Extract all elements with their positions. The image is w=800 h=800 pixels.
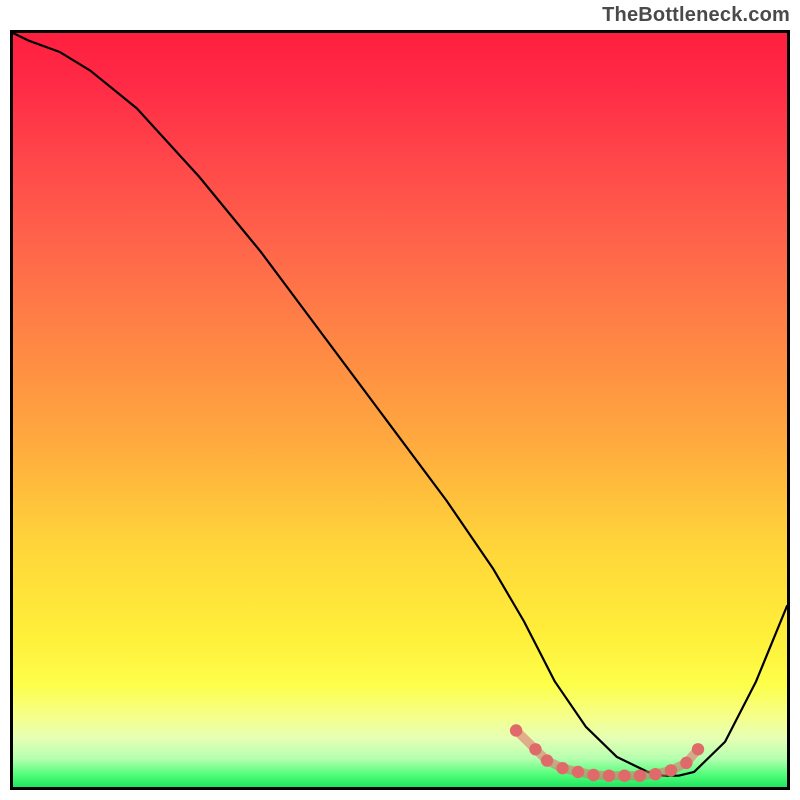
optimal-zone-dot — [541, 754, 553, 766]
optimal-zone-dot — [618, 769, 630, 781]
optimal-zone-dot — [603, 769, 615, 781]
optimal-zone-dot — [692, 743, 704, 755]
optimal-zone-dot — [510, 724, 522, 736]
optimal-zone-dot — [556, 762, 568, 774]
optimal-zone-dot — [529, 743, 541, 755]
chart-svg — [13, 33, 787, 787]
plot-area — [10, 30, 790, 790]
watermark-text: TheBottleneck.com — [602, 4, 790, 27]
optimal-zone-dot — [649, 768, 661, 780]
optimal-zone-dot — [634, 769, 646, 781]
gradient-background — [13, 33, 787, 787]
optimal-zone-dot — [572, 766, 584, 778]
optimal-zone-dot — [587, 769, 599, 781]
optimal-zone-dot — [680, 757, 692, 769]
chart-container: TheBottleneck.com — [0, 0, 800, 800]
optimal-zone-dot — [665, 764, 677, 776]
